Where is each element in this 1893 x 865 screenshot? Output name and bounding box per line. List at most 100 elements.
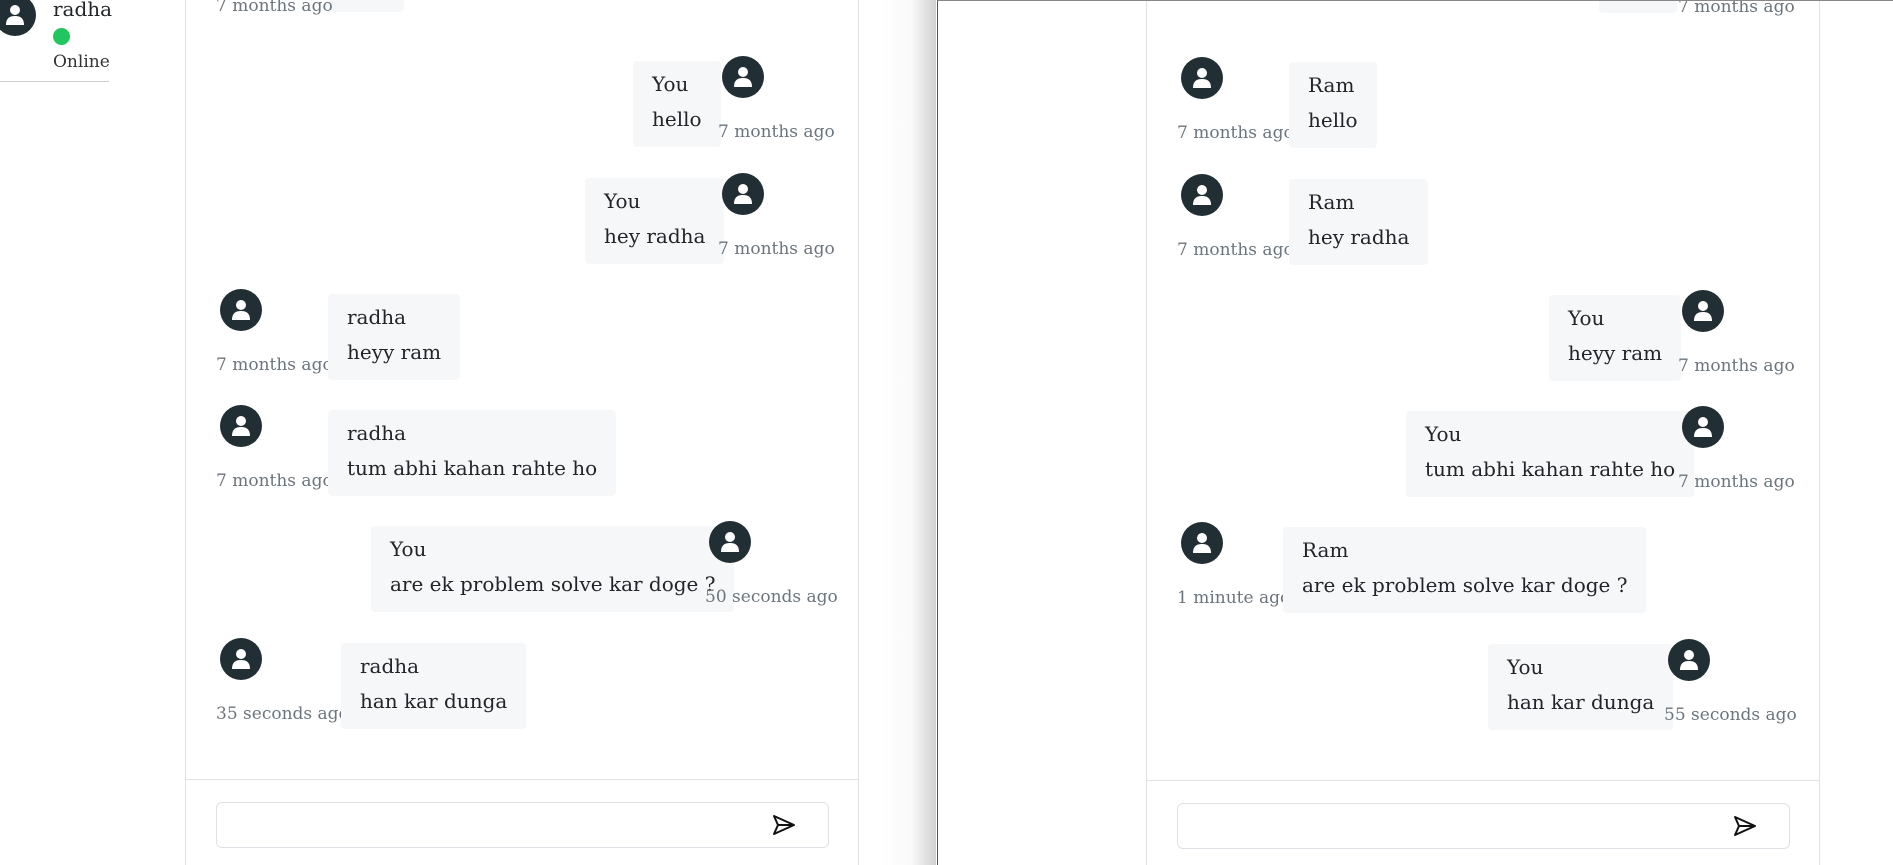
message-sender: You bbox=[1507, 655, 1544, 679]
message-time: 7 months ago bbox=[1678, 0, 1795, 17]
left-browser-window: radha Online ram 7 months ago You hello bbox=[0, 0, 936, 865]
message-item: You han kar dunga 55 seconds ago bbox=[1147, 639, 1819, 730]
message-sender: You bbox=[390, 537, 427, 561]
message-bubble: You hey radha bbox=[585, 178, 725, 264]
chat-panel: ram 7 months ago You hello 7 months ago … bbox=[185, 0, 859, 865]
message-time: 7 months ago bbox=[1678, 472, 1795, 492]
message-item: You are ek problem solve kar doge ? 50 s… bbox=[186, 521, 858, 612]
sender-avatar bbox=[1682, 406, 1724, 448]
message-text: hey radha bbox=[1308, 225, 1410, 249]
sender-avatar bbox=[1682, 290, 1724, 332]
message-text: han kar dunga bbox=[360, 689, 508, 713]
message-time: 7 months ago bbox=[1678, 356, 1795, 376]
message-sender: You bbox=[604, 189, 641, 213]
message-text: tum abhi kahan rahte ho bbox=[347, 456, 598, 480]
message-item: 7 months ago Ram hello bbox=[1177, 57, 1781, 148]
message-list[interactable]: ram 7 months ago You hello 7 months ago … bbox=[186, 0, 858, 779]
user-icon bbox=[734, 184, 752, 204]
message-time: 35 seconds ago bbox=[216, 704, 349, 724]
message-sender: You bbox=[1425, 422, 1462, 446]
message-time: 1 minute ago bbox=[1177, 588, 1291, 608]
message-time: 55 seconds ago bbox=[1664, 705, 1797, 725]
message-bubble: ram bbox=[1599, 1, 1678, 13]
message-sender: Ram bbox=[1302, 538, 1349, 562]
message-list[interactable]: ram 7 months ago 7 months ago Ram hello bbox=[1147, 0, 1819, 780]
message-time: 7 months ago bbox=[1177, 123, 1294, 143]
sender-avatar bbox=[722, 56, 764, 98]
message-text: tum abhi kahan rahte ho bbox=[1425, 457, 1676, 481]
contact-name: radha bbox=[53, 0, 113, 21]
message-bubble: Ram are ek problem solve kar doge ? bbox=[1283, 527, 1647, 613]
message-sender: radha bbox=[360, 654, 420, 678]
message-item: You hey radha 7 months ago bbox=[186, 173, 858, 264]
sender-avatar bbox=[220, 289, 262, 331]
sender-avatar bbox=[220, 405, 262, 447]
message-bubble: You tum abhi kahan rahte ho bbox=[1406, 411, 1695, 497]
message-bubble: radha heyy ram bbox=[328, 294, 461, 380]
message-bubble: ram bbox=[326, 0, 405, 12]
message-time: 7 months ago bbox=[216, 355, 333, 375]
sender-avatar bbox=[1668, 639, 1710, 681]
message-input[interactable] bbox=[1177, 803, 1790, 849]
message-sender: radha bbox=[347, 305, 407, 329]
message-item: 7 months ago radha heyy ram bbox=[216, 289, 820, 380]
message-text: hey radha bbox=[604, 224, 706, 248]
message-item: 7 months ago Ram hey radha bbox=[1177, 174, 1781, 265]
send-button[interactable] bbox=[1729, 812, 1761, 840]
sender-avatar bbox=[220, 638, 262, 680]
message-text: hello bbox=[1308, 108, 1358, 132]
message-item: You hello 7 months ago bbox=[186, 56, 858, 147]
sender-avatar bbox=[1181, 522, 1223, 564]
online-status-dot bbox=[53, 28, 70, 45]
message-bubble: You hello bbox=[633, 61, 721, 147]
user-icon bbox=[232, 300, 250, 320]
message-text: hello bbox=[652, 107, 702, 131]
message-bubble: Ram hello bbox=[1289, 62, 1377, 148]
message-item: You heyy ram 7 months ago bbox=[1147, 290, 1819, 381]
sender-avatar bbox=[1181, 174, 1223, 216]
message-bubble: radha tum abhi kahan rahte ho bbox=[328, 410, 617, 496]
sender-avatar bbox=[722, 173, 764, 215]
send-button[interactable] bbox=[768, 811, 800, 839]
message-bubble: You are ek problem solve kar doge ? bbox=[371, 526, 735, 612]
paper-plane-icon bbox=[1734, 816, 1756, 836]
message-bubble: You han kar dunga bbox=[1488, 644, 1674, 730]
message-time: 7 months ago bbox=[718, 122, 835, 142]
message-sender: You bbox=[652, 72, 689, 96]
contact-avatar bbox=[0, 0, 36, 36]
message-bubble: radha han kar dunga bbox=[341, 643, 527, 729]
message-sender: Ram bbox=[1308, 190, 1355, 214]
message-composer bbox=[186, 779, 858, 865]
sender-avatar bbox=[1181, 57, 1223, 99]
message-item: You tum abhi kahan rahte ho 7 months ago bbox=[1147, 406, 1819, 497]
message-sender: You bbox=[1568, 306, 1605, 330]
user-icon bbox=[1694, 301, 1712, 321]
user-icon bbox=[1694, 417, 1712, 437]
window-shadow bbox=[880, 0, 936, 865]
user-icon bbox=[1680, 650, 1698, 670]
message-bubble: You heyy ram bbox=[1549, 295, 1682, 381]
message-item: 35 seconds ago radha han kar dunga bbox=[216, 638, 820, 729]
message-text: are ek problem solve kar doge ? bbox=[390, 572, 716, 596]
message-sender: radha bbox=[347, 421, 407, 445]
message-item: 7 months ago radha tum abhi kahan rahte … bbox=[216, 405, 820, 496]
contact-list-item-radha[interactable]: radha Online bbox=[0, 0, 113, 82]
message-time: 7 months ago bbox=[216, 0, 333, 16]
message-text: han kar dunga bbox=[1507, 690, 1655, 714]
user-icon bbox=[232, 649, 250, 669]
chat-panel: ram 7 months ago 7 months ago Ram hello bbox=[1146, 0, 1820, 865]
user-icon bbox=[721, 532, 739, 552]
user-icon bbox=[734, 67, 752, 87]
right-browser-window: ram 7 months ago 7 months ago Ram hello bbox=[937, 0, 1893, 865]
contact-status: Online bbox=[53, 52, 110, 72]
user-icon bbox=[232, 416, 250, 436]
message-composer bbox=[1147, 780, 1819, 865]
user-icon bbox=[1193, 68, 1211, 88]
message-time: 7 months ago bbox=[718, 239, 835, 259]
user-icon bbox=[6, 5, 24, 25]
message-input[interactable] bbox=[216, 802, 829, 848]
message-time: 50 seconds ago bbox=[705, 587, 838, 607]
message-text: are ek problem solve kar doge ? bbox=[1302, 573, 1628, 597]
message-time: 7 months ago bbox=[216, 471, 333, 491]
message-bubble: Ram hey radha bbox=[1289, 179, 1429, 265]
